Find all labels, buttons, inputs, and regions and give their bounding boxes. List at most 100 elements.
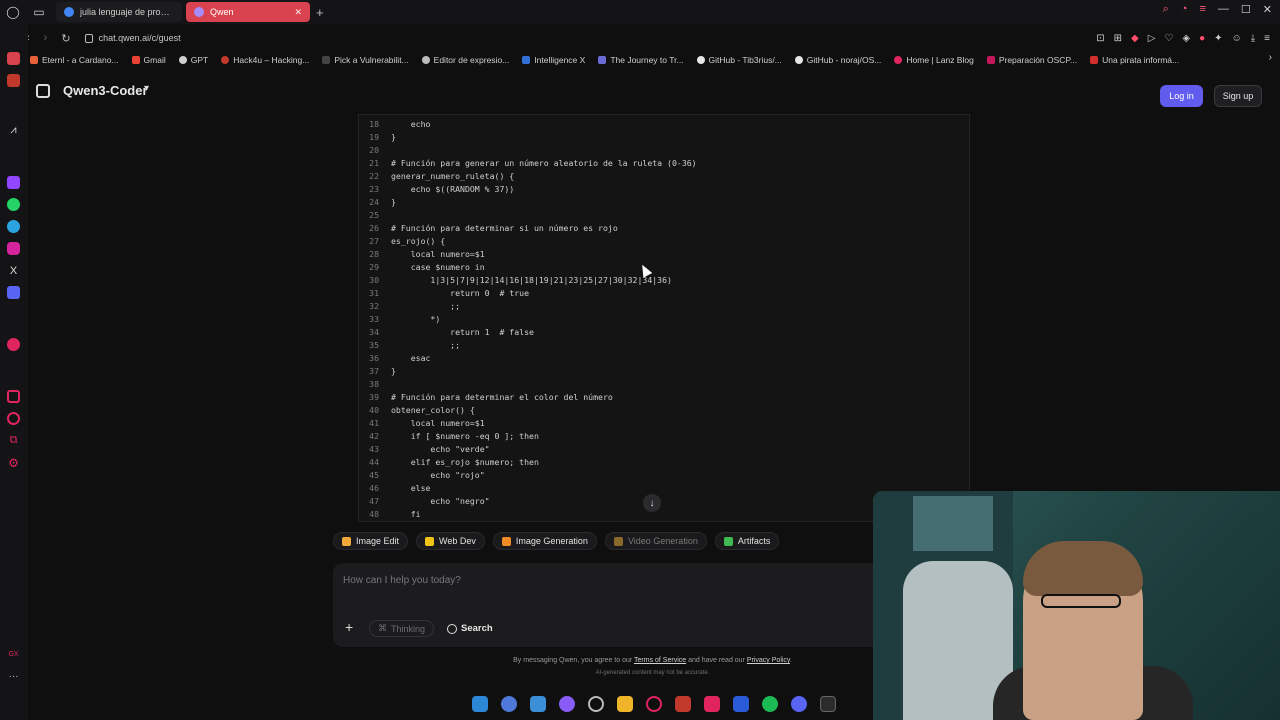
x-twitter-icon[interactable]: X xyxy=(7,264,20,277)
instagram-icon[interactable] xyxy=(7,242,20,255)
app-icon[interactable] xyxy=(501,696,517,712)
opera-gx-icon[interactable] xyxy=(646,696,662,712)
wallet-icon[interactable] xyxy=(7,390,20,403)
opera-logo-icon[interactable]: ◯ xyxy=(0,0,26,24)
bookmark-eternl[interactable]: Eternl - a Cardano... xyxy=(30,55,119,65)
tab-menu-icon[interactable]: ▭ xyxy=(26,0,52,24)
close-window-icon[interactable]: ✕ xyxy=(1263,3,1272,16)
extension-icon[interactable]: ◈ xyxy=(1182,33,1190,44)
pinboard-icon[interactable] xyxy=(7,52,20,65)
bookmark-hack4u[interactable]: Hack4u – Hacking... xyxy=(221,55,309,65)
image-generation-button[interactable]: Image Generation xyxy=(492,532,597,550)
app-icon[interactable] xyxy=(559,696,575,712)
snapshot-icon[interactable]: ⊞ xyxy=(1114,33,1122,44)
reload-icon[interactable]: ↻ xyxy=(61,32,70,45)
close-tab-icon[interactable]: ✕ xyxy=(294,7,302,18)
code-text: ;; xyxy=(391,301,461,311)
gx-icon[interactable]: GX xyxy=(7,648,20,661)
workspace-icon[interactable] xyxy=(7,74,20,87)
twitch-icon[interactable] xyxy=(7,176,20,189)
browser-tab-qwen[interactable]: Qwen ✕ xyxy=(186,2,310,22)
bookmark-pick-vuln[interactable]: Pick a Vulnerabilit... xyxy=(322,55,409,65)
line-number: 40 xyxy=(369,405,379,415)
snapshot-icon[interactable]: ◔ xyxy=(1181,3,1188,16)
telegram-icon[interactable] xyxy=(7,220,20,233)
discord-icon[interactable] xyxy=(791,696,807,712)
easy-setup-icon[interactable]: ≡ xyxy=(1264,33,1270,44)
bookmark-intelligence-x[interactable]: Intelligence X xyxy=(522,55,585,65)
line-number: 21 xyxy=(369,158,379,168)
settings-icon[interactable]: ⚙ xyxy=(7,456,20,470)
app-icon[interactable] xyxy=(704,696,720,712)
bookmark-github-noraj[interactable]: GitHub - noraj/OS... xyxy=(794,55,881,65)
music-icon[interactable] xyxy=(7,338,20,351)
download-icon[interactable]: ⤓ xyxy=(1251,33,1255,44)
terms-link[interactable]: Terms of Service xyxy=(634,657,686,664)
url-field[interactable]: chat.qwen.ai/c/guest xyxy=(84,33,181,43)
more-icon[interactable]: ··· xyxy=(7,670,20,683)
vpn-icon[interactable]: ● xyxy=(1199,33,1205,44)
camera-icon[interactable]: ⊡ xyxy=(1096,33,1104,44)
code-text: elif es_rojo $numero; then xyxy=(391,457,539,467)
model-selector[interactable]: Qwen3-Coder xyxy=(63,83,148,98)
app-icon[interactable] xyxy=(530,696,546,712)
login-button[interactable]: Log in xyxy=(1160,85,1203,107)
image-edit-button[interactable]: Image Edit xyxy=(333,532,409,550)
web-dev-button[interactable]: Web Dev xyxy=(416,532,485,550)
bookmark-lanz-blog[interactable]: Home | Lanz Blog xyxy=(894,55,974,65)
heart-icon[interactable]: ♡ xyxy=(1164,33,1173,44)
code-line: 42 if [ $numero -eq 0 ]; then xyxy=(359,430,969,443)
adblock-icon[interactable]: ◆ xyxy=(1131,33,1139,44)
artifacts-icon xyxy=(723,536,733,546)
bookmark-oscp[interactable]: Preparación OSCP... xyxy=(986,55,1077,65)
new-tab-button[interactable]: + xyxy=(316,5,324,20)
profile-icon[interactable]: ☺ xyxy=(1232,33,1242,44)
whatsapp-icon[interactable] xyxy=(7,198,20,211)
history-icon[interactable] xyxy=(7,412,20,425)
chevron-down-icon[interactable]: ▾ xyxy=(144,83,149,94)
bookmarks-more-icon[interactable]: › xyxy=(1269,52,1272,63)
puzzle-icon[interactable]: ✦ xyxy=(1214,33,1222,44)
bookmark-pirata[interactable]: Una pirata informá... xyxy=(1090,55,1179,65)
bookmark-journey[interactable]: The Journey to Tr... xyxy=(598,55,684,65)
search-icon[interactable]: ⌕ xyxy=(1163,3,1169,16)
browser-tab-bar: ◯ ▭ julia lenguaje de program Qwen ✕ + ⌕… xyxy=(0,0,1280,24)
video-generation-button[interactable]: Video Generation xyxy=(604,532,707,550)
maximize-icon[interactable]: ☐ xyxy=(1241,3,1251,16)
signup-button[interactable]: Sign up xyxy=(1214,85,1262,107)
privacy-link[interactable]: Privacy Policy xyxy=(747,657,790,664)
forward-icon[interactable]: › xyxy=(44,32,48,44)
bookmark-gpt[interactable]: GPT xyxy=(178,55,208,65)
search-toggle[interactable]: Search xyxy=(441,620,499,637)
aria-icon[interactable]: ⩘ xyxy=(7,124,20,137)
app-icon[interactable] xyxy=(588,696,604,712)
player-icon[interactable]: ▷ xyxy=(1148,33,1156,44)
app-icon[interactable] xyxy=(675,696,691,712)
spotify-icon[interactable] xyxy=(762,696,778,712)
bitwarden-icon[interactable] xyxy=(733,696,749,712)
code-text: return 1 # false xyxy=(391,327,534,337)
openai-icon xyxy=(178,56,187,64)
chat-input[interactable]: How can I help you today? xyxy=(343,575,461,586)
os-taskbar xyxy=(28,688,1280,720)
line-number: 34 xyxy=(369,327,379,337)
artifacts-button[interactable]: Artifacts xyxy=(714,532,780,550)
windows-start-icon[interactable] xyxy=(472,696,488,712)
terminal-icon[interactable] xyxy=(820,696,836,712)
browser-tab-julia[interactable]: julia lenguaje de program xyxy=(56,2,182,22)
file-explorer-icon[interactable] xyxy=(617,696,633,712)
new-chat-icon[interactable] xyxy=(36,84,50,98)
thinking-toggle[interactable]: ⌘ Thinking xyxy=(369,620,435,637)
code-text: case $numero in xyxy=(391,262,485,272)
code-line: 25 xyxy=(359,209,969,222)
globe-icon xyxy=(421,56,430,64)
scroll-down-button[interactable]: ↓ xyxy=(643,494,661,512)
minimize-icon[interactable]: — xyxy=(1218,3,1229,16)
attach-plus-icon[interactable]: + xyxy=(345,619,353,635)
extensions-icon[interactable]: ⧉ xyxy=(7,434,20,447)
menu-lines-icon[interactable]: ≡ xyxy=(1199,3,1205,16)
bookmark-regex-editor[interactable]: Editor de expresio... xyxy=(421,55,509,65)
discord-icon[interactable] xyxy=(7,286,20,299)
bookmark-gmail[interactable]: Gmail xyxy=(131,55,166,65)
bookmark-github-tib3rius[interactable]: GitHub - Tib3rius/... xyxy=(696,55,782,65)
